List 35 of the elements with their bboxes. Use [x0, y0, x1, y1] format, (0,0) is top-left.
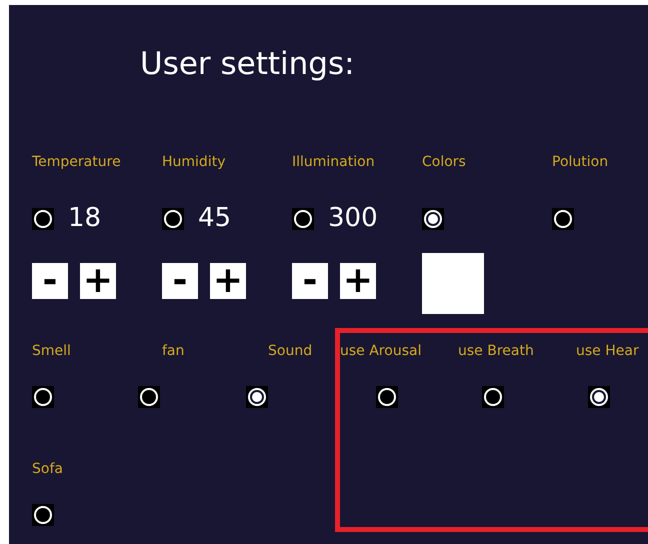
value-text: 45 [198, 205, 232, 231]
setting-label: Polution [552, 155, 608, 169]
radio-toggle[interactable] [32, 386, 54, 408]
setting-label: use Arousal [340, 344, 422, 358]
minus-button[interactable]: - [32, 263, 68, 299]
plus-button[interactable]: + [340, 263, 376, 299]
value-text: 18 [68, 205, 102, 231]
setting-label: Illumination [292, 155, 375, 169]
radio-toggle[interactable] [482, 386, 504, 408]
setting-label: Sofa [32, 462, 63, 476]
minus-button[interactable]: - [292, 263, 328, 299]
setting-label: fan [162, 344, 184, 358]
radio-toggle[interactable] [162, 208, 184, 230]
radio-toggle[interactable] [292, 208, 314, 230]
plus-button[interactable]: + [210, 263, 246, 299]
value-text: 300 [328, 205, 378, 231]
radio-toggle[interactable] [246, 386, 268, 408]
setting-label: use Breath [458, 344, 534, 358]
setting-label: use Hear [576, 344, 639, 358]
radio-toggle[interactable] [32, 208, 54, 230]
setting-label: Colors [422, 155, 466, 169]
radio-toggle[interactable] [138, 386, 160, 408]
radio-toggle[interactable] [32, 504, 54, 526]
page-title: User settings: [140, 49, 355, 80]
setting-label: Smell [32, 344, 71, 358]
radio-toggle[interactable] [552, 208, 574, 230]
radio-toggle[interactable] [588, 386, 610, 408]
color-swatch[interactable] [422, 253, 484, 314]
plus-button[interactable]: + [80, 263, 116, 299]
setting-label: Temperature [32, 155, 121, 169]
setting-label: Humidity [162, 155, 226, 169]
minus-button[interactable]: - [162, 263, 198, 299]
radio-toggle[interactable] [422, 208, 444, 230]
radio-toggle[interactable] [376, 386, 398, 408]
setting-label: Sound [268, 344, 312, 358]
